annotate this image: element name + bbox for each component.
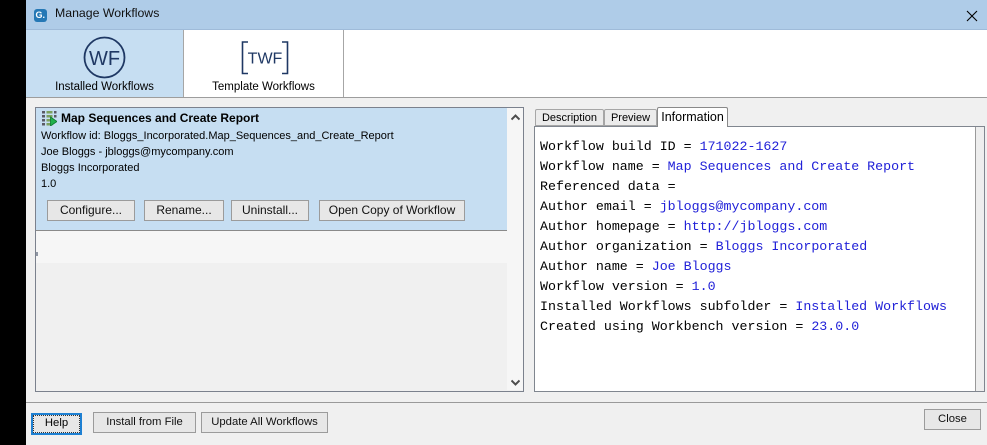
- svg-text:TWF: TWF: [248, 51, 283, 68]
- svg-text:WF: WF: [89, 48, 120, 70]
